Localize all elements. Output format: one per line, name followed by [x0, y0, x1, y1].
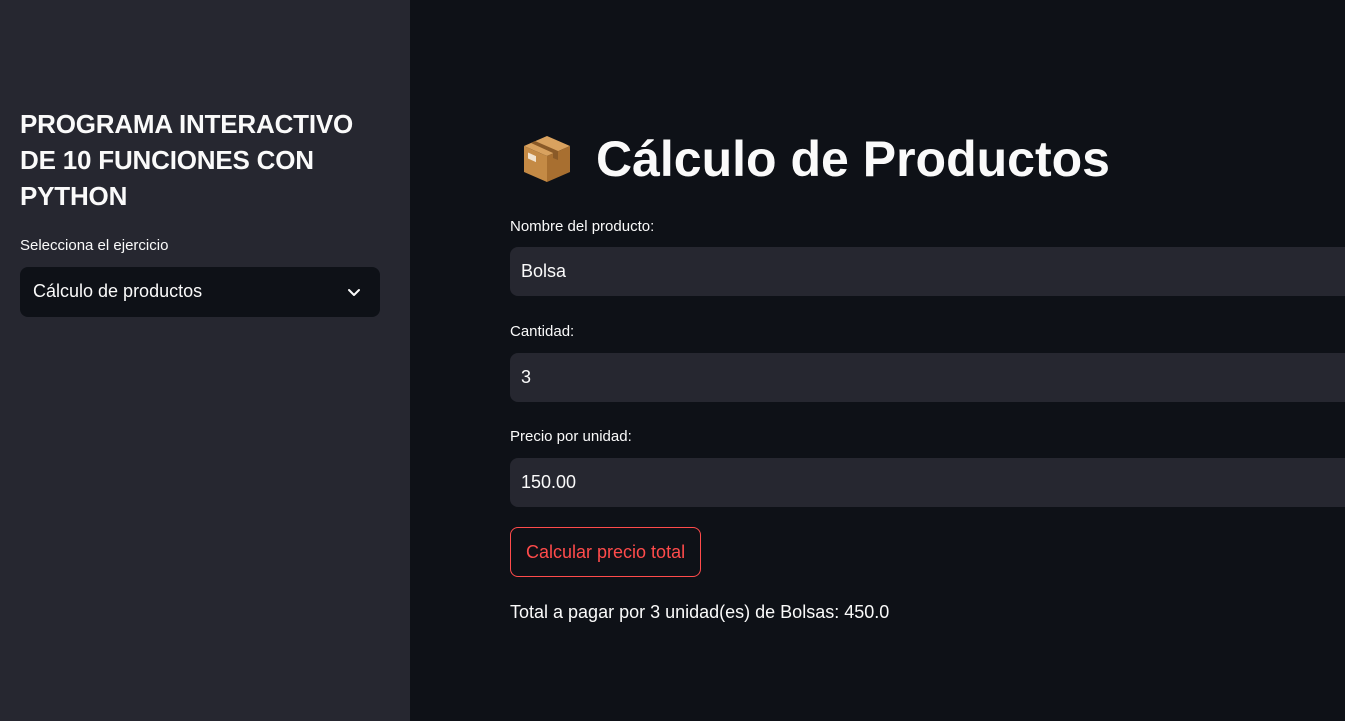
quantity-label: Cantidad: — [510, 323, 575, 340]
package-icon — [524, 135, 570, 182]
exercise-select-value: Cálculo de productos — [33, 281, 203, 301]
result-text: Total a pagar por 3 unidad(es) de Bolsas… — [510, 602, 890, 622]
main-content: Cálculo de Productos Nombre del producto… — [410, 0, 1345, 721]
exercise-select-label: Selecciona el ejercicio — [20, 237, 169, 254]
product-name-input[interactable] — [510, 247, 1345, 296]
sidebar: PROGRAMA INTERACTIVO DE 10 FUNCIONES CON… — [0, 0, 410, 721]
product-name-label: Nombre del producto: — [510, 218, 655, 235]
app-root: PROGRAMA INTERACTIVO DE 10 FUNCIONES CON… — [0, 0, 1345, 721]
quantity-input[interactable] — [510, 353, 1345, 402]
page-title: Cálculo de Productos — [520, 128, 1110, 190]
sidebar-title: PROGRAMA INTERACTIVO DE 10 FUNCIONES CON… — [20, 109, 354, 211]
chevron-down-icon — [348, 289, 360, 296]
page-title-text: Cálculo de Productos — [596, 131, 1110, 187]
calculate-total-button[interactable]: Calcular precio total — [510, 527, 702, 577]
exercise-select[interactable]: Cálculo de productos — [20, 267, 380, 317]
unit-price-label: Precio por unidad: — [510, 428, 632, 445]
unit-price-input[interactable] — [510, 458, 1345, 507]
